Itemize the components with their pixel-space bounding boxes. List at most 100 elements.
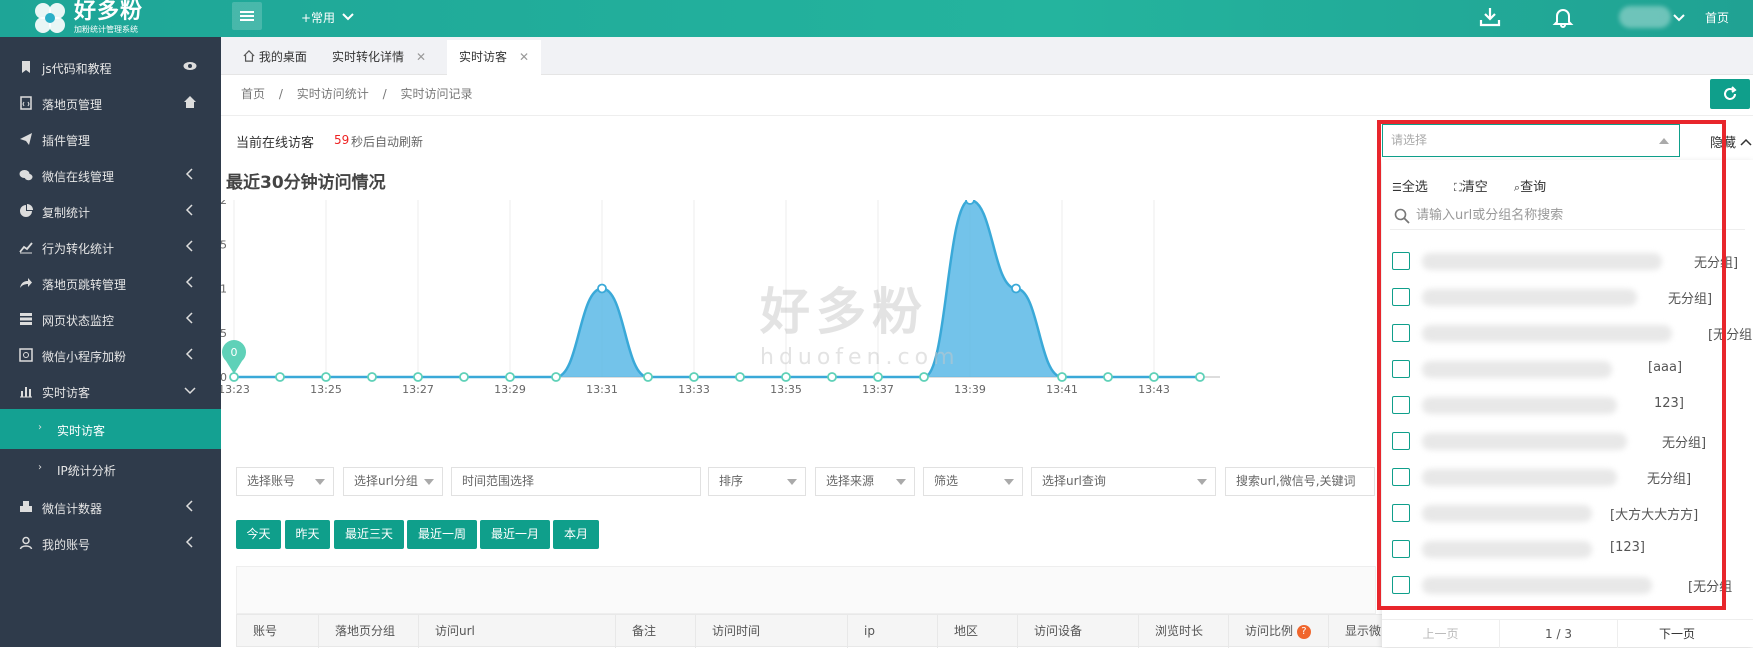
home-icon: [243, 50, 255, 62]
th-account: 账号: [237, 615, 319, 648]
y-tick-label: 1: [221, 283, 227, 296]
yesterday-button[interactable]: 昨天: [285, 520, 330, 549]
th-display: 显示微: [1345, 624, 1382, 638]
last-three-days-button[interactable]: 最近三天: [334, 520, 404, 549]
x-tick-label: 13:43: [1138, 383, 1170, 396]
hamburger-icon: [240, 11, 254, 13]
prev-page-button[interactable]: 上一页: [1382, 620, 1500, 648]
highlight-box: [1377, 120, 1726, 610]
next-page-button[interactable]: 下一页: [1618, 620, 1736, 648]
sort-select[interactable]: 排序: [708, 467, 806, 496]
sidebar-item-redirect[interactable]: 落地页跳转管理: [0, 265, 221, 301]
user-icon: [19, 536, 33, 550]
sidebar-item-label: 落地页管理: [42, 98, 103, 112]
filter-select[interactable]: 筛选: [923, 467, 1023, 496]
logo-subtitle: 加粉统计管理系统: [74, 25, 138, 34]
last-week-button[interactable]: 最近一周: [407, 520, 477, 549]
refresh-icon: [1724, 86, 1737, 100]
this-month-button[interactable]: 本月: [553, 520, 599, 549]
th-landing-group: 落地页分组: [319, 615, 419, 648]
data-point: [505, 372, 515, 382]
bell-icon[interactable]: [1552, 6, 1574, 28]
url-group-select[interactable]: 选择url分组: [343, 467, 443, 496]
wechat-icon: [19, 170, 33, 181]
keyword-search-input[interactable]: 搜索url,微信号,关键词: [1225, 467, 1375, 496]
menu-toggle-button[interactable]: [232, 2, 262, 30]
breadcrumb-home[interactable]: 首页: [241, 87, 265, 101]
chevron-left-icon: [185, 500, 193, 512]
tab-desktop[interactable]: 我的桌面: [231, 40, 319, 75]
sidebar-item-wechat-online[interactable]: 微信在线管理: [0, 157, 221, 193]
tab-realtime-visitors[interactable]: 实时访客 ✕: [447, 40, 542, 75]
chevron-down-icon[interactable]: [1673, 13, 1685, 23]
th-region: 地区: [938, 615, 1018, 648]
chevron-left-icon: [185, 348, 193, 360]
refresh-countdown: 59: [334, 133, 350, 147]
caret-down-icon: [315, 479, 325, 485]
caret-down-icon: [1197, 479, 1207, 485]
th-duration: 浏览时长: [1139, 615, 1229, 648]
watermark-text: 好多粉: [760, 283, 928, 341]
bookmark-icon: [22, 61, 30, 73]
time-range-input[interactable]: 时间范围选择: [451, 467, 701, 496]
account-select-label: 选择账号: [247, 474, 296, 488]
breadcrumb-realtime-stats[interactable]: 实时访问统计: [297, 87, 369, 101]
today-button[interactable]: 今天: [236, 520, 281, 549]
chart-title: 最近30分钟访问情况: [226, 173, 386, 193]
caret-down-icon: [1004, 479, 1014, 485]
sidebar-subitem-realtime-visitors[interactable]: › 实时访客: [0, 409, 221, 449]
x-tick-label: 13:41: [1046, 383, 1078, 396]
url-query-select-label: 选择url查询: [1042, 474, 1106, 488]
help-icon[interactable]: ?: [1296, 625, 1311, 639]
sidebar-item-label: 微信在线管理: [42, 170, 115, 184]
user-avatar[interactable]: [1619, 6, 1671, 28]
logo[interactable]: 好多粉 加粉统计管理系统: [30, 0, 220, 37]
tab-realtime-conversion[interactable]: 实时转化详情 ✕: [320, 40, 438, 75]
breadcrumb-sep: /: [278, 87, 283, 101]
sidebar-item-label: 实时访客: [42, 386, 91, 400]
sidebar-item-copy-stats[interactable]: 复制统计: [0, 193, 221, 229]
sidebar-item-behavior-stats[interactable]: 行为转化统计: [0, 229, 221, 265]
sidebar: js代码和教程 落地页管理 插件管理 微信在线管理 复制统计 行为转化统计 落地…: [0, 37, 221, 647]
data-point: [551, 372, 561, 382]
home-link[interactable]: 首页: [1705, 9, 1729, 26]
th-ratio-label: 访问比例: [1245, 624, 1294, 638]
url-query-select[interactable]: 选择url查询: [1031, 467, 1216, 496]
refresh-button[interactable]: [1710, 79, 1750, 109]
common-menu-label: +常用: [301, 11, 336, 25]
x-tick-label: 13:35: [770, 383, 802, 396]
data-point: [643, 372, 653, 382]
sidebar-subitem-ip-stats[interactable]: › IP统计分析: [0, 449, 221, 489]
download-icon[interactable]: [1479, 6, 1501, 28]
sort-select-label: 排序: [719, 474, 744, 488]
sidebar-item-plugins[interactable]: 插件管理: [0, 121, 221, 157]
bar-chart-icon: [20, 387, 32, 398]
sidebar-item-miniprogram[interactable]: 微信小程序加粉: [0, 337, 221, 373]
data-point: [965, 200, 975, 205]
sidebar-item-label: js代码和教程: [42, 62, 112, 76]
last-month-button[interactable]: 最近一月: [480, 520, 550, 549]
close-icon[interactable]: ✕: [416, 50, 426, 64]
breadcrumb-current: 实时访问记录: [400, 87, 473, 101]
tab-label: 实时转化详情: [332, 50, 405, 64]
chevron-left-icon: [185, 240, 193, 252]
eye-icon[interactable]: [183, 59, 197, 73]
sidebar-item-realtime-visitors[interactable]: 实时访客: [0, 373, 221, 409]
account-select[interactable]: 选择账号: [236, 467, 334, 496]
sidebar-item-js-code[interactable]: js代码和教程: [0, 49, 221, 85]
sidebar-item-monitor[interactable]: 网页状态监控: [0, 301, 221, 337]
sidebar-item-label: 我的账号: [42, 538, 91, 552]
logo-text: 好多粉: [74, 0, 144, 24]
page-indicator: 1 / 3: [1500, 620, 1618, 648]
online-visitors-title: 当前在线访客: [236, 136, 315, 151]
sidebar-item-landing-page[interactable]: 落地页管理: [0, 85, 221, 121]
close-icon[interactable]: ✕: [519, 50, 529, 64]
source-select[interactable]: 选择来源: [815, 467, 915, 496]
common-menu[interactable]: +常用: [301, 9, 354, 26]
clover-logo-icon: [35, 3, 65, 33]
watermark-url: hduofen.com: [760, 345, 960, 370]
data-point: [781, 372, 791, 382]
sidebar-item-my-account[interactable]: 我的账号: [0, 525, 221, 561]
sidebar-item-wechat-counter[interactable]: 微信计数器: [0, 489, 221, 525]
keyword-search-placeholder: 搜索url,微信号,关键词: [1236, 474, 1356, 488]
